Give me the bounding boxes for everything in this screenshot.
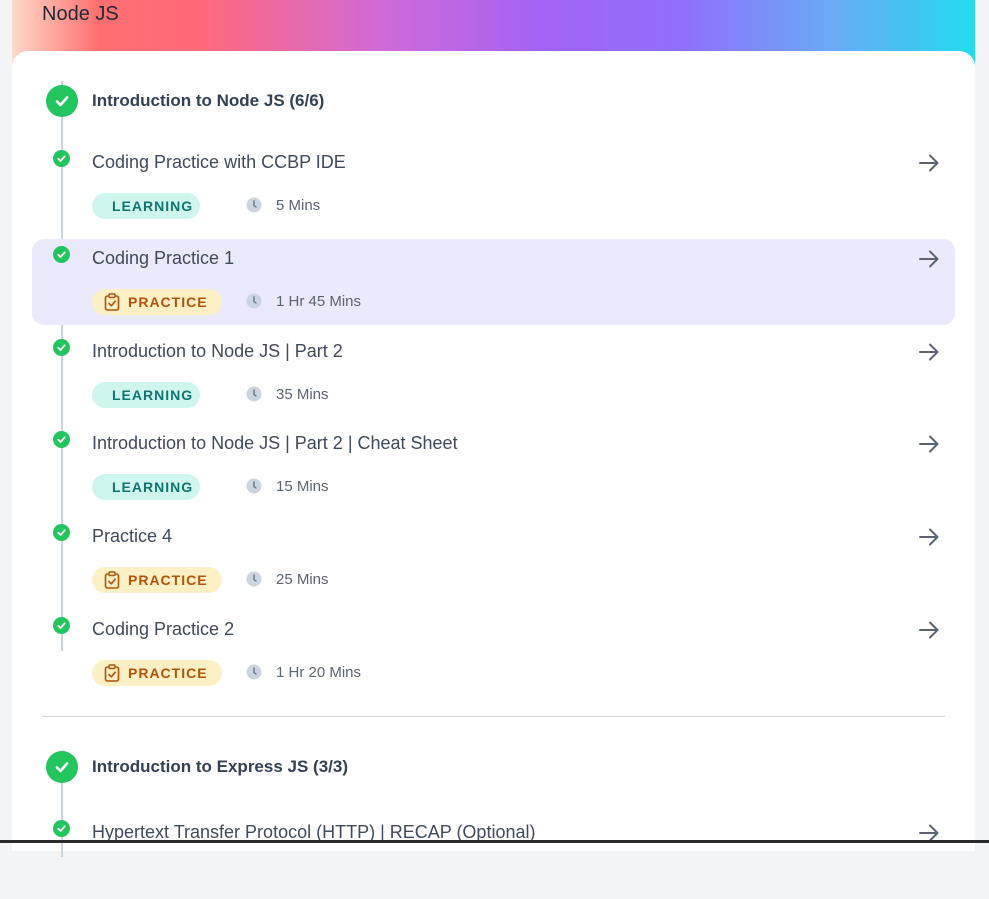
list-item[interactable]: Introduction to Node JS | Part 2 | Cheat… — [32, 424, 955, 510]
duration-text: 1 Hr 45 Mins — [276, 293, 362, 310]
module-header-express-js[interactable]: Introduction to Express JS (3/3) — [12, 751, 975, 791]
list-item[interactable]: Coding Practice 2 PRACTICE 1 Hr 20 Mins — [32, 610, 955, 696]
module-divider — [42, 716, 945, 717]
item-title: Coding Practice 2 — [92, 619, 235, 639]
item-title: Practice 4 — [92, 526, 173, 546]
clock-icon — [246, 664, 262, 680]
item-title: Introduction to Node JS | Part 2 | Cheat… — [92, 433, 458, 453]
clipboard-check-icon — [104, 664, 120, 682]
duration-text: 35 Mins — [276, 386, 329, 403]
check-circle-icon — [46, 751, 78, 783]
module-title: Introduction to Express JS (3/3) — [92, 757, 348, 776]
list-item-active[interactable]: Coding Practice 1 PRACTICE 1 Hr 45 Mins — [32, 239, 955, 325]
badge-label: LEARNING — [112, 198, 194, 214]
arrow-right-icon[interactable] — [917, 525, 941, 549]
arrow-right-icon[interactable] — [917, 151, 941, 175]
clock-icon — [246, 197, 262, 213]
learning-badge: LEARNING — [92, 193, 200, 219]
list-item[interactable]: Hypertext Transfer Protocol (HTTP) | REC… — [32, 813, 955, 899]
clock-icon — [246, 478, 262, 494]
check-circle-icon — [53, 246, 70, 263]
item-title: Coding Practice with CCBP IDE — [92, 152, 346, 172]
course-title: Node JS — [42, 3, 119, 25]
list-item[interactable]: Introduction to Node JS | Part 2 LEARNIN… — [32, 332, 955, 418]
arrow-right-icon[interactable] — [917, 432, 941, 456]
practice-badge: PRACTICE — [92, 660, 222, 686]
duration-text: 15 Mins — [276, 478, 329, 495]
badge-label: PRACTICE — [128, 665, 208, 681]
check-circle-icon — [53, 820, 70, 837]
badge-label: LEARNING — [112, 479, 194, 495]
list-item[interactable]: Practice 4 PRACTICE 25 Mins — [32, 517, 955, 603]
check-circle-icon — [46, 85, 78, 117]
clipboard-check-icon — [104, 293, 120, 311]
clock-icon — [246, 571, 262, 587]
duration-text: 1 Hr 20 Mins — [276, 664, 362, 681]
badge-label: PRACTICE — [128, 294, 208, 310]
module-title: Introduction to Node JS (6/6) — [92, 91, 325, 110]
course-content-card: Introduction to Node JS (6/6) Coding Pra… — [12, 51, 975, 857]
check-circle-icon — [53, 431, 70, 448]
module-header-node-js[interactable]: Introduction to Node JS (6/6) — [12, 85, 975, 125]
clipboard-check-icon — [104, 571, 120, 589]
check-circle-icon — [53, 339, 70, 356]
practice-badge: PRACTICE — [92, 567, 222, 593]
duration-text: 5 Mins — [276, 197, 321, 214]
clock-icon — [246, 293, 262, 309]
learning-badge: LEARNING — [92, 474, 200, 500]
arrow-right-icon[interactable] — [917, 618, 941, 642]
practice-badge: PRACTICE — [92, 289, 222, 315]
badge-label: PRACTICE — [128, 572, 208, 588]
check-circle-icon — [53, 524, 70, 541]
list-item[interactable]: Coding Practice with CCBP IDE LEARNING 5… — [32, 143, 955, 229]
clock-icon — [246, 386, 262, 402]
duration-text: 25 Mins — [276, 571, 329, 588]
check-circle-icon — [53, 617, 70, 634]
learning-badge: LEARNING — [92, 382, 200, 408]
badge-label: LEARNING — [112, 387, 194, 403]
item-title: Introduction to Node JS | Part 2 — [92, 341, 343, 361]
arrow-right-icon[interactable] — [917, 340, 941, 364]
arrow-right-icon[interactable] — [917, 247, 941, 271]
check-circle-icon — [53, 150, 70, 167]
item-title: Coding Practice 1 — [92, 248, 235, 268]
